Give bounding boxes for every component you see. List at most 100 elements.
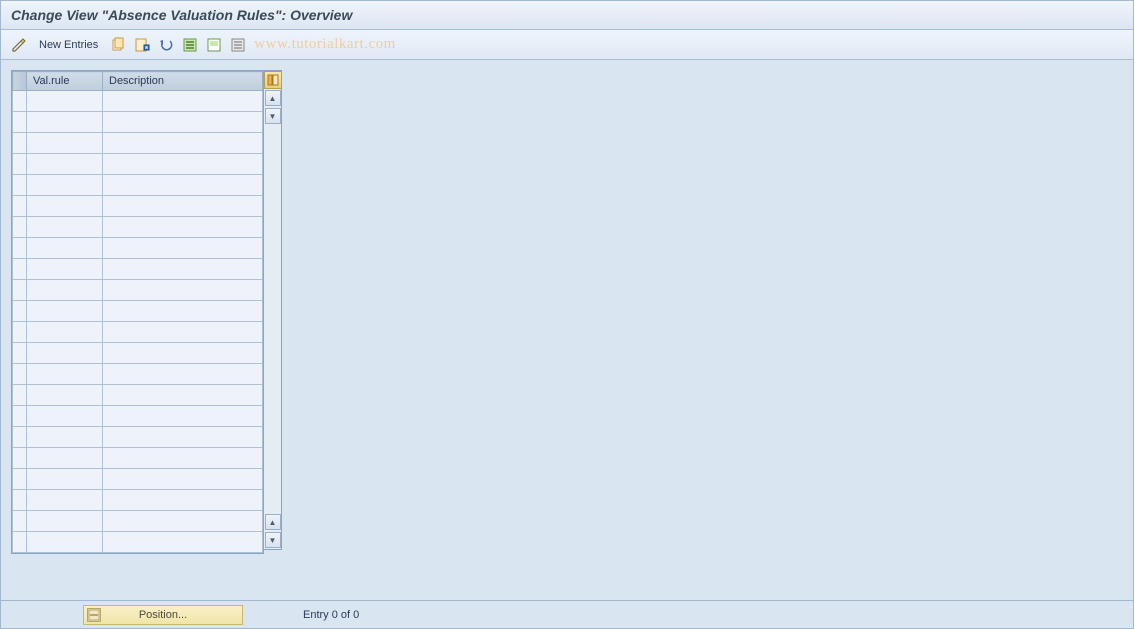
cell-valrule[interactable]: [27, 133, 103, 154]
row-selector[interactable]: [13, 532, 27, 553]
cell-description[interactable]: [103, 91, 263, 112]
row-selector[interactable]: [13, 301, 27, 322]
position-button[interactable]: Position...: [83, 605, 243, 625]
row-selector[interactable]: [13, 469, 27, 490]
cell-valrule[interactable]: [27, 385, 103, 406]
row-selector[interactable]: [13, 112, 27, 133]
row-selector[interactable]: [13, 154, 27, 175]
cell-valrule[interactable]: [27, 364, 103, 385]
column-header-valrule[interactable]: Val.rule: [27, 72, 103, 91]
scroll-up-button[interactable]: ▲: [265, 90, 281, 106]
undo-icon[interactable]: [156, 35, 176, 55]
cell-description[interactable]: [103, 490, 263, 511]
cell-valrule[interactable]: [27, 154, 103, 175]
cell-valrule[interactable]: [27, 427, 103, 448]
row-selector[interactable]: [13, 175, 27, 196]
cell-valrule[interactable]: [27, 259, 103, 280]
cell-valrule[interactable]: [27, 217, 103, 238]
cell-description[interactable]: [103, 364, 263, 385]
cell-valrule[interactable]: [27, 112, 103, 133]
row-selector[interactable]: [13, 406, 27, 427]
cell-description[interactable]: [103, 427, 263, 448]
cell-description[interactable]: [103, 217, 263, 238]
cell-description[interactable]: [103, 154, 263, 175]
position-button-label: Position...: [139, 609, 187, 621]
table-row: [13, 280, 263, 301]
table-settings-icon[interactable]: [264, 71, 282, 89]
cell-description[interactable]: [103, 175, 263, 196]
table-row: [13, 511, 263, 532]
row-selector-header[interactable]: [13, 72, 27, 91]
copy-icon[interactable]: [108, 35, 128, 55]
table-scroll-column: ▲ ▼ ▲ ▼: [264, 70, 282, 550]
column-header-description[interactable]: Description: [103, 72, 263, 91]
cell-valrule[interactable]: [27, 406, 103, 427]
cell-valrule[interactable]: [27, 490, 103, 511]
table-row: [13, 154, 263, 175]
cell-description[interactable]: [103, 301, 263, 322]
row-selector[interactable]: [13, 238, 27, 259]
new-entries-button[interactable]: New Entries: [33, 37, 104, 53]
row-selector[interactable]: [13, 259, 27, 280]
cell-description[interactable]: [103, 259, 263, 280]
row-selector[interactable]: [13, 343, 27, 364]
cell-valrule[interactable]: [27, 175, 103, 196]
cell-description[interactable]: [103, 532, 263, 553]
scroll-track[interactable]: [265, 125, 281, 513]
cell-valrule[interactable]: [27, 91, 103, 112]
scroll-up-end-button[interactable]: ▲: [265, 514, 281, 530]
row-selector[interactable]: [13, 322, 27, 343]
cell-description[interactable]: [103, 406, 263, 427]
cell-valrule[interactable]: [27, 238, 103, 259]
table-container: Val.rule Description: [11, 70, 264, 554]
cell-description[interactable]: [103, 448, 263, 469]
delete-icon[interactable]: [132, 35, 152, 55]
watermark-text: www.tutorialkart.com: [254, 36, 396, 53]
table-row: [13, 322, 263, 343]
cell-description[interactable]: [103, 280, 263, 301]
row-selector[interactable]: [13, 196, 27, 217]
row-selector[interactable]: [13, 280, 27, 301]
cell-valrule[interactable]: [27, 448, 103, 469]
cell-description[interactable]: [103, 133, 263, 154]
row-selector[interactable]: [13, 490, 27, 511]
row-selector[interactable]: [13, 133, 27, 154]
row-selector[interactable]: [13, 427, 27, 448]
deselect-all-icon[interactable]: [228, 35, 248, 55]
row-selector[interactable]: [13, 511, 27, 532]
row-selector[interactable]: [13, 91, 27, 112]
cell-valrule[interactable]: [27, 196, 103, 217]
page-title: Change View "Absence Valuation Rules": O…: [11, 7, 352, 23]
cell-description[interactable]: [103, 322, 263, 343]
cell-description[interactable]: [103, 196, 263, 217]
select-block-icon[interactable]: [204, 35, 224, 55]
table-row: [13, 364, 263, 385]
table-row: [13, 427, 263, 448]
footer-bar: Position... Entry 0 of 0: [1, 600, 1133, 628]
cell-valrule[interactable]: [27, 469, 103, 490]
cell-valrule[interactable]: [27, 343, 103, 364]
cell-description[interactable]: [103, 385, 263, 406]
cell-valrule[interactable]: [27, 322, 103, 343]
cell-description[interactable]: [103, 343, 263, 364]
row-selector[interactable]: [13, 217, 27, 238]
cell-valrule[interactable]: [27, 532, 103, 553]
cell-valrule[interactable]: [27, 511, 103, 532]
scroll-down-end-button[interactable]: ▼: [265, 532, 281, 548]
cell-description[interactable]: [103, 469, 263, 490]
table-row: [13, 259, 263, 280]
row-selector[interactable]: [13, 448, 27, 469]
valuation-rules-table: Val.rule Description: [12, 71, 263, 553]
select-all-icon[interactable]: [180, 35, 200, 55]
scroll-down-button[interactable]: ▼: [265, 108, 281, 124]
toggle-display-change-icon[interactable]: [9, 35, 29, 55]
row-selector[interactable]: [13, 364, 27, 385]
cell-description[interactable]: [103, 511, 263, 532]
cell-description[interactable]: [103, 238, 263, 259]
table-row: [13, 469, 263, 490]
entry-count-text: Entry 0 of 0: [303, 609, 359, 621]
cell-valrule[interactable]: [27, 301, 103, 322]
cell-valrule[interactable]: [27, 280, 103, 301]
row-selector[interactable]: [13, 385, 27, 406]
cell-description[interactable]: [103, 112, 263, 133]
